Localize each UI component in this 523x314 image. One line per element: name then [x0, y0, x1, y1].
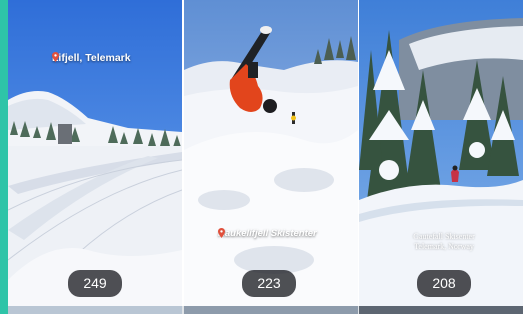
location-pin-icon — [218, 228, 225, 238]
location-label: Haukelifjell Skistenter — [218, 228, 317, 239]
next-tile-preview — [359, 306, 523, 314]
ski-slope-image — [8, 0, 182, 306]
next-tile-preview — [8, 306, 182, 314]
view-count-badge: 208 — [417, 270, 471, 297]
accent-strip — [0, 0, 8, 314]
view-count-badge: 223 — [242, 270, 296, 297]
video-tile-2[interactable]: Haukelifjell Skistenter 223 — [184, 0, 358, 306]
video-tile-3[interactable]: Gautefall Skisenter Telemark, Norway 208 — [359, 0, 523, 306]
location-caption: Gautefall Skisenter Telemark, Norway — [389, 232, 499, 252]
view-count-badge: 249 — [68, 270, 122, 297]
next-row-preview — [8, 306, 523, 314]
video-tile-1[interactable]: Lifjell, Telemark 249 — [8, 0, 182, 306]
next-tile-preview — [184, 306, 358, 314]
caption-line-1: Gautefall Skisenter — [413, 232, 475, 241]
location-tag[interactable]: Haukelifjell Skistenter — [218, 228, 317, 239]
location-tag[interactable]: Lifjell, Telemark — [52, 52, 131, 64]
caption-line-2: Telemark, Norway — [414, 242, 474, 251]
location-pin-icon — [52, 52, 59, 62]
snowboarder-image — [184, 0, 358, 306]
location-label: Lifjell, Telemark — [52, 52, 131, 64]
snowy-forest-image — [359, 0, 523, 306]
